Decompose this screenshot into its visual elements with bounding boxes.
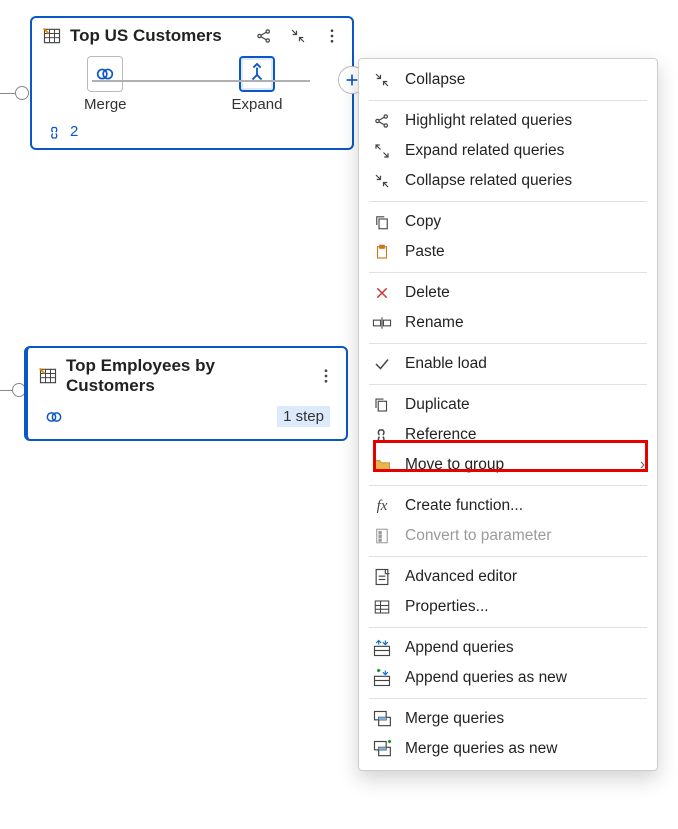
- duplicate-icon: [371, 395, 393, 415]
- rename-icon: [371, 313, 393, 333]
- paste-icon: [371, 242, 393, 262]
- append-icon: [371, 638, 393, 658]
- collapse-arrows-icon: [371, 70, 393, 90]
- menu-item-convert-to-parameter: Convert to parameter: [359, 521, 657, 551]
- parameter-icon: [371, 526, 393, 546]
- expand-arrows-icon: [371, 141, 393, 161]
- menu-item-merge-queries-new[interactable]: Merge queries as new: [359, 734, 657, 764]
- menu-item-label: Convert to parameter: [405, 527, 645, 545]
- menu-item-collapse[interactable]: Collapse: [359, 65, 657, 95]
- more-vertical-icon[interactable]: [316, 366, 336, 386]
- table-icon: [38, 366, 58, 386]
- delete-icon: [371, 283, 393, 303]
- menu-item-delete[interactable]: Delete: [359, 278, 657, 308]
- menu-item-label: Properties...: [405, 598, 645, 616]
- menu-item-label: Merge queries as new: [405, 740, 645, 758]
- menu-item-rename[interactable]: Rename: [359, 308, 657, 338]
- menu-item-create-function[interactable]: fx Create function...: [359, 491, 657, 521]
- menu-item-label: Enable load: [405, 355, 645, 373]
- menu-item-copy[interactable]: Copy: [359, 207, 657, 237]
- menu-item-label: Merge queries: [405, 710, 645, 728]
- properties-icon: [371, 597, 393, 617]
- merge-queries-new-icon: [371, 739, 393, 759]
- menu-item-label: Collapse: [405, 71, 645, 89]
- menu-item-label: Rename: [405, 314, 645, 332]
- reference-icon: [371, 425, 393, 445]
- checkmark-icon: [371, 354, 393, 374]
- share-icon[interactable]: [254, 26, 274, 46]
- menu-item-append-queries-new[interactable]: Append queries as new: [359, 663, 657, 693]
- step-label: Expand: [232, 96, 283, 113]
- menu-item-label: Create function...: [405, 497, 645, 515]
- menu-item-reference[interactable]: Reference: [359, 420, 657, 450]
- menu-item-label: Append queries: [405, 639, 645, 657]
- menu-item-merge-queries[interactable]: Merge queries: [359, 704, 657, 734]
- query-card-top-employees[interactable]: Top Employees by Customers 1 step: [24, 346, 348, 441]
- merge-step[interactable]: Merge: [84, 56, 127, 113]
- menu-item-label: Delete: [405, 284, 645, 302]
- more-vertical-icon[interactable]: [322, 26, 342, 46]
- chevron-right-icon: ›: [640, 456, 645, 474]
- menu-item-advanced-editor[interactable]: Advanced editor: [359, 562, 657, 592]
- menu-item-expand-related[interactable]: Expand related queries: [359, 136, 657, 166]
- menu-item-label: Duplicate: [405, 396, 645, 414]
- reference-count[interactable]: 2: [46, 123, 352, 140]
- advanced-editor-icon: [371, 567, 393, 587]
- menu-item-label: Paste: [405, 243, 645, 261]
- step-count-badge: 1 step: [277, 406, 330, 427]
- menu-item-enable-load[interactable]: Enable load: [359, 349, 657, 379]
- menu-item-properties[interactable]: Properties...: [359, 592, 657, 622]
- menu-item-label: Highlight related queries: [405, 112, 645, 130]
- menu-item-label: Copy: [405, 213, 645, 231]
- menu-item-duplicate[interactable]: Duplicate: [359, 390, 657, 420]
- menu-item-collapse-related[interactable]: Collapse related queries: [359, 166, 657, 196]
- merge-queries-icon: [371, 709, 393, 729]
- menu-item-label: Expand related queries: [405, 142, 645, 160]
- folder-icon: [371, 455, 393, 475]
- share-icon: [371, 111, 393, 131]
- query-title: Top Employees by Customers: [66, 356, 308, 396]
- table-icon: [42, 26, 62, 46]
- reference-count-value: 2: [70, 123, 78, 140]
- function-icon: fx: [371, 496, 393, 516]
- menu-item-label: Advanced editor: [405, 568, 645, 586]
- step-label: Merge: [84, 96, 127, 113]
- menu-item-paste[interactable]: Paste: [359, 237, 657, 267]
- expand-step[interactable]: Expand: [232, 56, 283, 113]
- copy-icon: [371, 212, 393, 232]
- menu-item-highlight-related[interactable]: Highlight related queries: [359, 106, 657, 136]
- context-menu: Collapse Highlight related queries Expan…: [358, 58, 658, 771]
- query-title: Top US Customers: [70, 26, 246, 46]
- menu-item-label: Move to group: [405, 456, 628, 474]
- append-new-icon: [371, 668, 393, 688]
- menu-item-move-to-group[interactable]: Move to group ›: [359, 450, 657, 480]
- menu-item-label: Append queries as new: [405, 669, 645, 687]
- collapse-arrows-icon[interactable]: [288, 26, 308, 46]
- merge-icon: [44, 407, 64, 427]
- menu-item-append-queries[interactable]: Append queries: [359, 633, 657, 663]
- collapse-arrows-icon: [371, 171, 393, 191]
- menu-item-label: Collapse related queries: [405, 172, 645, 190]
- query-card-top-us-customers[interactable]: Top US Customers Merge Expand: [30, 16, 354, 150]
- menu-item-label: Reference: [405, 426, 645, 444]
